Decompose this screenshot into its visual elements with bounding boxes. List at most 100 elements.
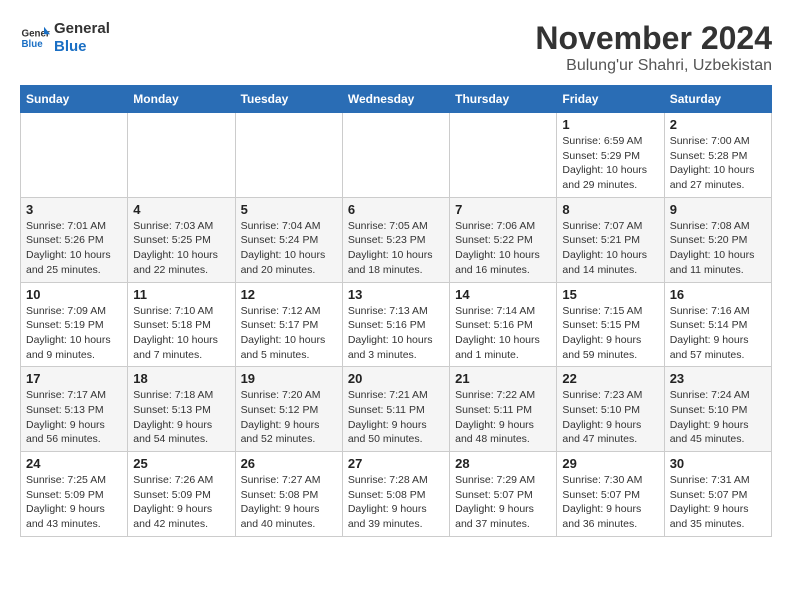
day-info: Sunrise: 7:04 AM Sunset: 5:24 PM Dayligh… [241,219,337,278]
day-info: Sunrise: 7:05 AM Sunset: 5:23 PM Dayligh… [348,219,444,278]
table-row: 11 Sunrise: 7:10 AM Sunset: 5:18 PM Dayli… [128,282,235,367]
calendar-title: November 2024 [535,20,772,57]
header-thursday: Thursday [450,86,557,113]
table-row: 3 Sunrise: 7:01 AM Sunset: 5:26 PM Daylig… [21,197,128,282]
day-info: Sunrise: 7:15 AM Sunset: 5:15 PM Dayligh… [562,304,658,363]
calendar-header-row: Sunday Monday Tuesday Wednesday Thursday… [21,86,772,113]
day-info: Sunrise: 7:31 AM Sunset: 5:07 PM Dayligh… [670,473,766,532]
logo: General Blue General Blue [20,20,110,56]
calendar-week-row: 1 Sunrise: 6:59 AM Sunset: 5:29 PM Daylig… [21,113,772,198]
day-info: Sunrise: 6:59 AM Sunset: 5:29 PM Dayligh… [562,134,658,193]
table-row: 12 Sunrise: 7:12 AM Sunset: 5:17 PM Dayli… [235,282,342,367]
table-row: 7Sunrise: 7:06 AM Sunset: 5:22 PM Daylig… [450,197,557,282]
day-info: Sunrise: 7:18 AM Sunset: 5:13 PM Dayligh… [133,388,229,447]
day-info: Sunrise: 7:17 AM Sunset: 5:13 PM Dayligh… [26,388,122,447]
day-info: Sunrise: 7:13 AM Sunset: 5:16 PM Dayligh… [348,304,444,363]
calendar-subtitle: Bulung'ur Shahri, Uzbekistan [535,57,772,75]
header: General Blue General Blue November 2024 … [20,20,772,75]
svg-text:Blue: Blue [22,39,44,50]
day-number: 18 [133,371,229,386]
logo-blue-text: Blue [54,38,87,55]
day-number: 22 [562,371,658,386]
day-info: Sunrise: 7:00 AM Sunset: 5:28 PM Dayligh… [670,134,766,193]
day-info: Sunrise: 7:01 AM Sunset: 5:26 PM Dayligh… [26,219,122,278]
calendar-table: Sunday Monday Tuesday Wednesday Thursday… [20,85,772,537]
day-number: 15 [562,287,658,302]
day-number: 29 [562,456,658,471]
day-info: Sunrise: 7:21 AM Sunset: 5:11 PM Dayligh… [348,388,444,447]
day-number: 13 [348,287,444,302]
day-info: Sunrise: 7:10 AM Sunset: 5:18 PM Dayligh… [133,304,229,363]
table-row: 15 Sunrise: 7:15 AM Sunset: 5:15 PM Dayli… [557,282,664,367]
header-monday: Monday [128,86,235,113]
table-row: 27 Sunrise: 7:28 AM Sunset: 5:08 PM Dayli… [342,452,449,537]
table-row: 9Sunrise: 7:08 AM Sunset: 5:20 PM Daylig… [664,197,771,282]
table-row: 6 Sunrise: 7:05 AM Sunset: 5:23 PM Daylig… [342,197,449,282]
day-number: 27 [348,456,444,471]
day-info: Sunrise: 7:07 AM Sunset: 5:21 PM Dayligh… [562,219,658,278]
table-row [342,113,449,198]
calendar-week-row: 10 Sunrise: 7:09 AM Sunset: 5:19 PM Dayli… [21,282,772,367]
day-number: 1 [562,117,658,132]
table-row [21,113,128,198]
day-info: Sunrise: 7:27 AM Sunset: 5:08 PM Dayligh… [241,473,337,532]
day-info: Sunrise: 7:30 AM Sunset: 5:07 PM Dayligh… [562,473,658,532]
title-area: November 2024 Bulung'ur Shahri, Uzbekist… [535,20,772,75]
day-number: 5 [241,202,337,217]
header-tuesday: Tuesday [235,86,342,113]
day-number: 2 [670,117,766,132]
day-info: Sunrise: 7:26 AM Sunset: 5:09 PM Dayligh… [133,473,229,532]
day-info: Sunrise: 7:28 AM Sunset: 5:08 PM Dayligh… [348,473,444,532]
day-number: 3 [26,202,122,217]
table-row: 28 Sunrise: 7:29 AM Sunset: 5:07 PM Dayli… [450,452,557,537]
table-row: 22 Sunrise: 7:23 AM Sunset: 5:10 PM Dayli… [557,367,664,452]
calendar-week-row: 24Sunrise: 7:25 AM Sunset: 5:09 PM Dayli… [21,452,772,537]
day-number: 17 [26,371,122,386]
table-row [450,113,557,198]
calendar-week-row: 3 Sunrise: 7:01 AM Sunset: 5:26 PM Daylig… [21,197,772,282]
day-info: Sunrise: 7:29 AM Sunset: 5:07 PM Dayligh… [455,473,551,532]
day-number: 6 [348,202,444,217]
day-info: Sunrise: 7:12 AM Sunset: 5:17 PM Dayligh… [241,304,337,363]
day-number: 8 [562,202,658,217]
table-row [235,113,342,198]
table-row: 2 Sunrise: 7:00 AM Sunset: 5:28 PM Daylig… [664,113,771,198]
table-row: 25 Sunrise: 7:26 AM Sunset: 5:09 PM Dayli… [128,452,235,537]
table-row: 8 Sunrise: 7:07 AM Sunset: 5:21 PM Daylig… [557,197,664,282]
header-sunday: Sunday [21,86,128,113]
table-row: 19Sunrise: 7:20 AM Sunset: 5:12 PM Dayli… [235,367,342,452]
day-number: 20 [348,371,444,386]
table-row: 17 Sunrise: 7:17 AM Sunset: 5:13 PM Dayli… [21,367,128,452]
table-row: 5 Sunrise: 7:04 AM Sunset: 5:24 PM Daylig… [235,197,342,282]
day-number: 12 [241,287,337,302]
day-info: Sunrise: 7:16 AM Sunset: 5:14 PM Dayligh… [670,304,766,363]
day-info: Sunrise: 7:20 AM Sunset: 5:12 PM Dayligh… [241,388,337,447]
day-number: 25 [133,456,229,471]
table-row: 10 Sunrise: 7:09 AM Sunset: 5:19 PM Dayli… [21,282,128,367]
day-number: 11 [133,287,229,302]
header-saturday: Saturday [664,86,771,113]
logo-icon: General Blue [20,23,50,53]
table-row: 18 Sunrise: 7:18 AM Sunset: 5:13 PM Dayli… [128,367,235,452]
table-row: 16Sunrise: 7:16 AM Sunset: 5:14 PM Dayli… [664,282,771,367]
table-row [128,113,235,198]
table-row: 29 Sunrise: 7:30 AM Sunset: 5:07 PM Dayli… [557,452,664,537]
header-friday: Friday [557,86,664,113]
day-info: Sunrise: 7:25 AM Sunset: 5:09 PM Dayligh… [26,473,122,532]
day-info: Sunrise: 7:22 AM Sunset: 5:11 PM Dayligh… [455,388,551,447]
table-row: 30 Sunrise: 7:31 AM Sunset: 5:07 PM Dayli… [664,452,771,537]
day-number: 10 [26,287,122,302]
day-number: 21 [455,371,551,386]
header-wednesday: Wednesday [342,86,449,113]
table-row: 23 Sunrise: 7:24 AM Sunset: 5:10 PM Dayli… [664,367,771,452]
day-number: 4 [133,202,229,217]
day-info: Sunrise: 7:09 AM Sunset: 5:19 PM Dayligh… [26,304,122,363]
day-number: 23 [670,371,766,386]
day-number: 14 [455,287,551,302]
table-row: 13 Sunrise: 7:13 AM Sunset: 5:16 PM Dayli… [342,282,449,367]
day-info: Sunrise: 7:23 AM Sunset: 5:10 PM Dayligh… [562,388,658,447]
day-number: 28 [455,456,551,471]
day-number: 30 [670,456,766,471]
day-info: Sunrise: 7:24 AM Sunset: 5:10 PM Dayligh… [670,388,766,447]
table-row: 1 Sunrise: 6:59 AM Sunset: 5:29 PM Daylig… [557,113,664,198]
